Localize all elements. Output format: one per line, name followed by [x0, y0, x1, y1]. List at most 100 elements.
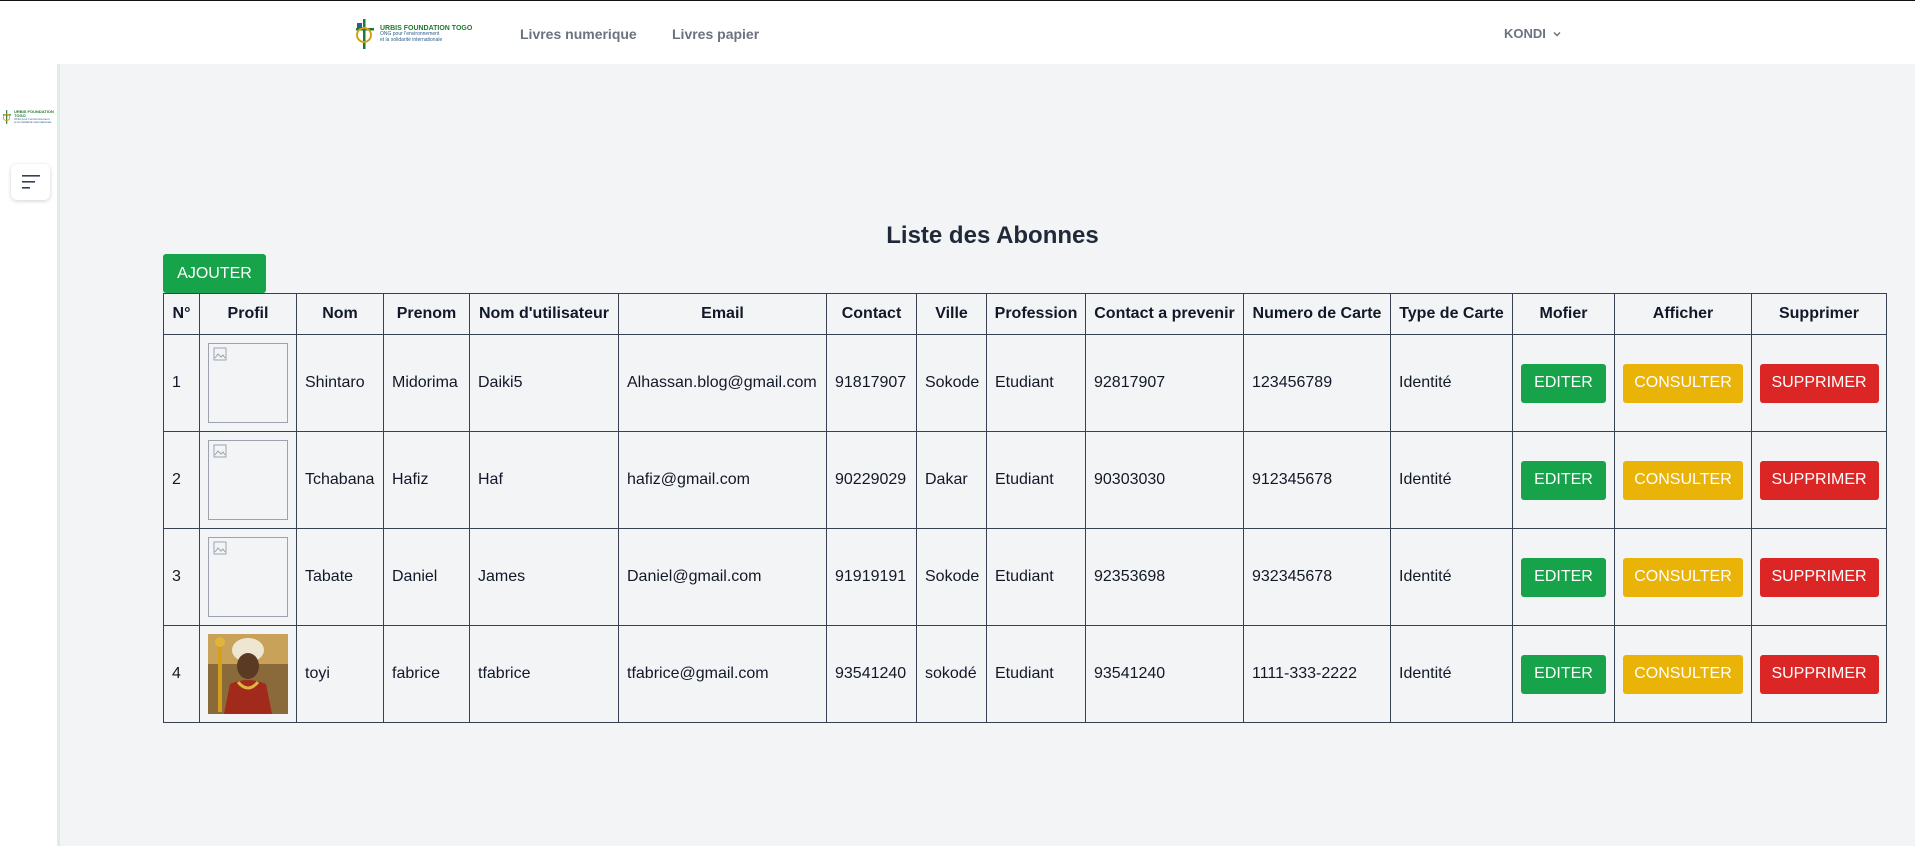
profession-cell: Etudiant [986, 625, 1086, 723]
edit-button[interactable]: EDITER [1521, 363, 1606, 403]
prenom-cell: Midorima [383, 334, 470, 432]
edit-button[interactable]: EDITER [1521, 460, 1606, 500]
contact-cell: 91817907 [826, 334, 917, 432]
type-carte-cell: Identité [1390, 431, 1513, 529]
prenom-cell: fabrice [383, 625, 470, 723]
column-header: Contact [826, 293, 917, 335]
nom-cell: Shintaro [296, 334, 384, 432]
prenom-cell: Daniel [383, 528, 470, 626]
view-cell: CONSULTER [1614, 528, 1752, 626]
table-row: 4 toyi fabrice tfabrice tfabrice@gmail.c… [163, 625, 1887, 723]
table-row: 3 Tabate Daniel James Daniel@gmail.com 9… [163, 528, 1887, 626]
column-header: Nom d'utilisateur [469, 293, 619, 335]
table-row: 1 Shintaro Midorima Daiki5 Alhassan.blog… [163, 334, 1887, 432]
username-cell: Daiki5 [469, 334, 619, 432]
numero-carte-cell: 1111-333-2222 [1243, 625, 1391, 723]
brand-subtitle: et la solidarité internationale [380, 36, 443, 43]
view-cell: CONSULTER [1614, 334, 1752, 432]
row-number: 3 [163, 528, 200, 626]
column-header: Mofier [1512, 293, 1615, 335]
profile-cell [199, 528, 297, 626]
username-cell: tfabrice [469, 625, 619, 723]
ville-cell: Sokode [916, 334, 987, 432]
type-carte-cell: Identité [1390, 625, 1513, 723]
column-header: Numero de Carte [1243, 293, 1391, 335]
contact-prevenir-cell: 90303030 [1085, 431, 1244, 529]
view-button[interactable]: CONSULTER [1623, 460, 1743, 500]
column-header: Contact a prevenir [1085, 293, 1244, 335]
column-header: Profil [199, 293, 297, 335]
row-number: 4 [163, 625, 200, 723]
column-header: Afficher [1614, 293, 1752, 335]
edit-cell: EDITER [1512, 431, 1615, 529]
broken-image-icon [213, 541, 227, 555]
delete-cell: SUPPRIMER [1751, 625, 1887, 723]
email-cell: Alhassan.blog@gmail.com [618, 334, 827, 432]
nom-cell: Tabate [296, 528, 384, 626]
edit-button[interactable]: EDITER [1521, 654, 1606, 694]
column-header: Type de Carte [1390, 293, 1513, 335]
view-button[interactable]: CONSULTER [1623, 363, 1743, 403]
profession-cell: Etudiant [986, 528, 1086, 626]
contact-cell: 91919191 [826, 528, 917, 626]
column-header: N° [163, 293, 200, 335]
view-button[interactable]: CONSULTER [1623, 654, 1743, 694]
sidebar-logo[interactable]: URBIS FOUNDATION TOGO ONG pour l'environ… [2, 102, 58, 132]
page-title: Liste des Abonnes [886, 222, 1099, 249]
broken-image-icon [213, 347, 227, 361]
table-header-row: N° Profil Nom Prenom Nom d'utilisateur E… [163, 293, 1887, 335]
chevron-down-icon [1553, 31, 1561, 37]
user-menu[interactable]: KONDI [1504, 26, 1562, 41]
table-row: 2 Tchabana Hafiz Haf hafiz@gmail.com 902… [163, 431, 1887, 529]
edit-cell: EDITER [1512, 334, 1615, 432]
top-navbar: URBIS FOUNDATION TOGO ONG pour l'environ… [0, 0, 1915, 64]
profile-photo [208, 634, 288, 714]
view-cell: CONSULTER [1614, 625, 1752, 723]
contact-prevenir-cell: 92817907 [1085, 334, 1244, 432]
delete-button[interactable]: SUPPRIMER [1759, 557, 1879, 597]
edit-button[interactable]: EDITER [1521, 557, 1606, 597]
contact-prevenir-cell: 92353698 [1085, 528, 1244, 626]
column-header: Ville [916, 293, 987, 335]
brand-logo[interactable]: URBIS FOUNDATION TOGO ONG pour l'environ… [354, 17, 474, 51]
username-cell: James [469, 528, 619, 626]
edit-cell: EDITER [1512, 528, 1615, 626]
portrait-icon [208, 634, 288, 714]
profile-image [208, 537, 288, 617]
sidebar-toggle-button[interactable] [11, 164, 50, 200]
column-header: Nom [296, 293, 384, 335]
column-header: Supprimer [1751, 293, 1887, 335]
prenom-cell: Hafiz [383, 431, 470, 529]
username-cell: Haf [469, 431, 619, 529]
profile-cell [199, 431, 297, 529]
nom-cell: Tchabana [296, 431, 384, 529]
user-name: KONDI [1504, 26, 1546, 41]
profile-cell [199, 625, 297, 723]
delete-button[interactable]: SUPPRIMER [1759, 363, 1879, 403]
column-header: Profession [986, 293, 1086, 335]
nav-link-livres-numerique[interactable]: Livres numerique [520, 26, 637, 42]
view-cell: CONSULTER [1614, 431, 1752, 529]
delete-button[interactable]: SUPPRIMER [1759, 654, 1879, 694]
contact-cell: 93541240 [826, 625, 917, 723]
logo-mark-icon [354, 18, 376, 50]
subscribers-table: N° Profil Nom Prenom Nom d'utilisateur E… [163, 293, 1887, 723]
email-cell: hafiz@gmail.com [618, 431, 827, 529]
profile-image [208, 343, 288, 423]
nom-cell: toyi [296, 625, 384, 723]
delete-button[interactable]: SUPPRIMER [1759, 460, 1879, 500]
numero-carte-cell: 932345678 [1243, 528, 1391, 626]
profile-image [208, 440, 288, 520]
logo-mark-icon [2, 104, 12, 130]
delete-cell: SUPPRIMER [1751, 334, 1887, 432]
delete-cell: SUPPRIMER [1751, 528, 1887, 626]
nav-link-livres-papier[interactable]: Livres papier [672, 26, 759, 42]
edit-cell: EDITER [1512, 625, 1615, 723]
type-carte-cell: Identité [1390, 334, 1513, 432]
contact-cell: 90229029 [826, 431, 917, 529]
type-carte-cell: Identité [1390, 528, 1513, 626]
add-subscriber-button[interactable]: AJOUTER [163, 254, 266, 293]
profile-cell [199, 334, 297, 432]
menu-icon [21, 175, 40, 189]
view-button[interactable]: CONSULTER [1623, 557, 1743, 597]
